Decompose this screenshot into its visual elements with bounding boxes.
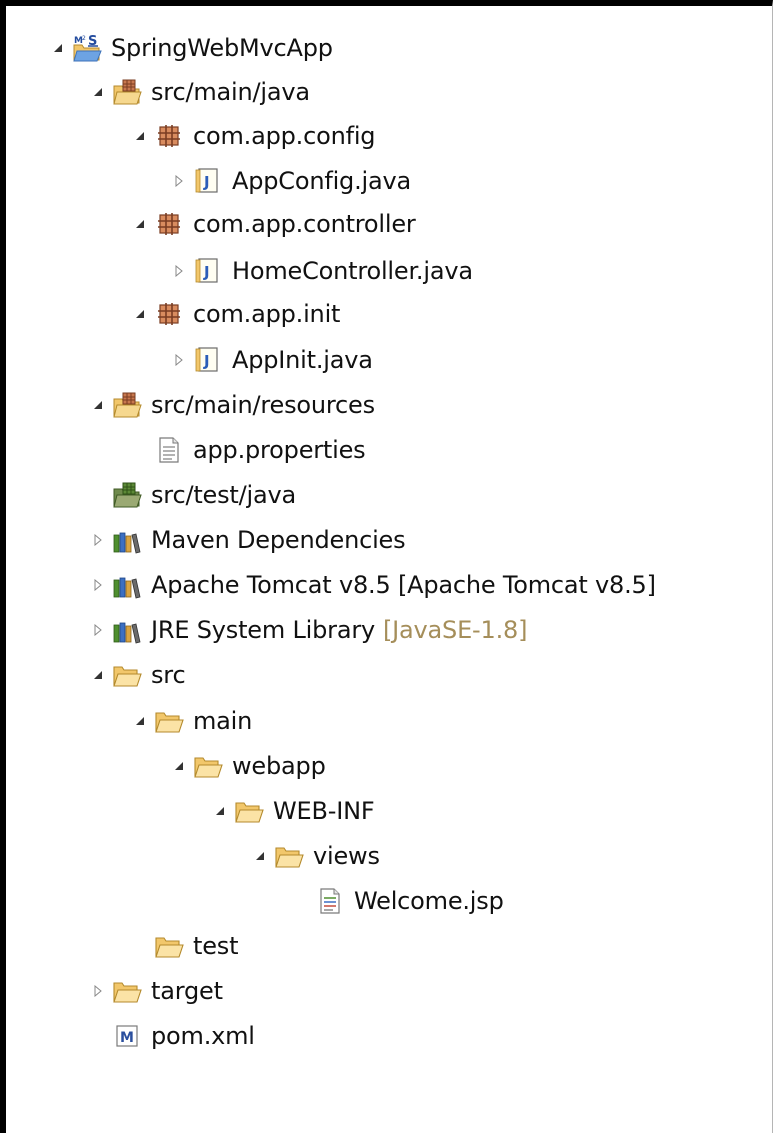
expanded-arrow-icon[interactable] [130,116,150,156]
text-file-icon [154,435,184,465]
folder-icon [112,660,142,690]
expanded-arrow-icon[interactable] [88,385,108,425]
svg-text:J: J [203,263,210,281]
expanded-arrow-icon[interactable] [130,204,150,244]
tree-item-label: views [313,842,380,870]
expanded-arrow-icon[interactable] [48,28,68,68]
expanded-arrow-icon[interactable] [250,836,270,876]
tree-item-label: com.app.init [193,300,341,328]
source-folder-icon [112,390,142,420]
tree-item-folder-views[interactable]: views [250,836,380,876]
tree-item-folder-main[interactable]: main [130,701,252,741]
tree-item-label: com.app.config [193,122,376,150]
tree-item-src-main-resources[interactable]: src/main/resources [88,385,375,425]
maven-pom-icon: M [112,1021,142,1051]
package-icon [154,209,184,239]
expanded-arrow-icon[interactable] [88,655,108,695]
tree-item-label: test [193,932,239,960]
jre-version-decoration: [JavaSE-1.8] [383,616,528,644]
tree-item-com-app-config[interactable]: com.app.config [130,116,376,156]
tree-item-folder-src[interactable]: src [88,655,186,695]
tree-item-apache-tomcat[interactable]: Apache Tomcat v8.5 [Apache Tomcat v8.5] [88,565,656,605]
tree-item-label: src [151,661,186,689]
tree-item-maven-dependencies[interactable]: Maven Dependencies [88,520,406,560]
collapsed-arrow-icon[interactable] [88,971,108,1011]
java-file-icon: J [193,256,223,286]
folder-icon [154,931,184,961]
tree-item-label: webapp [232,752,326,780]
tree-item-folder-test[interactable]: test [130,926,238,966]
tree-item-label: pom.xml [151,1022,255,1050]
java-file-icon: J [193,166,223,196]
tree-item-pom-xml[interactable]: M pom.xml [88,1016,255,1056]
tree-item-com-app-init[interactable]: com.app.init [130,294,340,334]
tree-item-label: app.properties [193,436,366,464]
tree-item-src-test-java[interactable]: src/test/java [88,475,296,515]
library-icon [112,525,142,555]
folder-icon [234,796,264,826]
tree-item-label: Maven Dependencies [151,526,406,554]
tree-item-label: com.app.controller [193,210,416,238]
source-folder-icon [112,77,142,107]
collapsed-arrow-icon[interactable] [169,340,189,380]
tree-item-label: WEB-INF [273,797,375,825]
collapsed-arrow-icon[interactable] [169,251,189,291]
package-icon [154,299,184,329]
collapsed-arrow-icon[interactable] [88,565,108,605]
svg-text:M: M [120,1030,134,1046]
svg-text:2: 2 [82,35,86,42]
expanded-arrow-icon[interactable] [130,701,150,741]
folder-icon [154,706,184,736]
tree-item-appinit-java[interactable]: J AppInit.java [169,340,373,380]
expanded-arrow-icon[interactable] [88,72,108,112]
tree-item-jre-system-library[interactable]: JRE System Library [JavaSE-1.8] [88,610,527,650]
folder-icon [112,976,142,1006]
collapsed-arrow-icon[interactable] [88,520,108,560]
tree-item-label: HomeController.java [232,257,473,285]
expanded-arrow-icon[interactable] [210,791,230,831]
tree-item-label: src/main/java [151,78,310,106]
maven-project-icon: M 2 S [72,33,102,63]
collapsed-arrow-icon[interactable] [169,161,189,201]
jsp-file-icon [315,886,345,916]
tree-item-label: SpringWebMvcApp [111,34,333,62]
tree-item-label: Apache Tomcat v8.5 [Apache Tomcat v8.5] [151,571,656,599]
tree-item-com-app-controller[interactable]: com.app.controller [130,204,416,244]
tree-item-label: target [151,977,223,1005]
empty-source-folder-icon [112,480,142,510]
tree-item-label: JRE System Library [151,616,375,644]
library-icon [112,615,142,645]
tree-item-springwebmvcapp[interactable]: M 2 S SpringWebMvcApp [48,28,333,68]
tree-item-label: src/main/resources [151,391,375,419]
package-icon [154,121,184,151]
tree-item-app-properties[interactable]: app.properties [130,430,366,470]
tree-item-label: AppInit.java [232,346,373,374]
svg-text:J: J [203,173,210,191]
folder-icon [274,841,304,871]
tree-item-homecontroller-java[interactable]: J HomeController.java [169,251,473,291]
tree-item-src-main-java[interactable]: src/main/java [88,72,310,112]
library-icon [112,570,142,600]
tree-item-welcome-jsp[interactable]: Welcome.jsp [291,881,504,921]
tree-item-label: src/test/java [151,481,296,509]
tree-item-folder-webapp[interactable]: webapp [169,746,326,786]
collapsed-arrow-icon[interactable] [88,610,108,650]
folder-icon [193,751,223,781]
tree-item-appconfig-java[interactable]: J AppConfig.java [169,161,411,201]
java-file-icon: J [193,345,223,375]
project-explorer-panel: M 2 S SpringWebMvcApp src/main/java com.… [0,0,773,1133]
expanded-arrow-icon[interactable] [169,746,189,786]
expanded-arrow-icon[interactable] [130,294,150,334]
svg-text:J: J [203,352,210,370]
tree-item-folder-target[interactable]: target [88,971,223,1011]
tree-item-label: AppConfig.java [232,167,412,195]
tree-item-label: main [193,707,253,735]
tree-item-label: Welcome.jsp [354,887,504,915]
tree-item-folder-web-inf[interactable]: WEB-INF [210,791,375,831]
